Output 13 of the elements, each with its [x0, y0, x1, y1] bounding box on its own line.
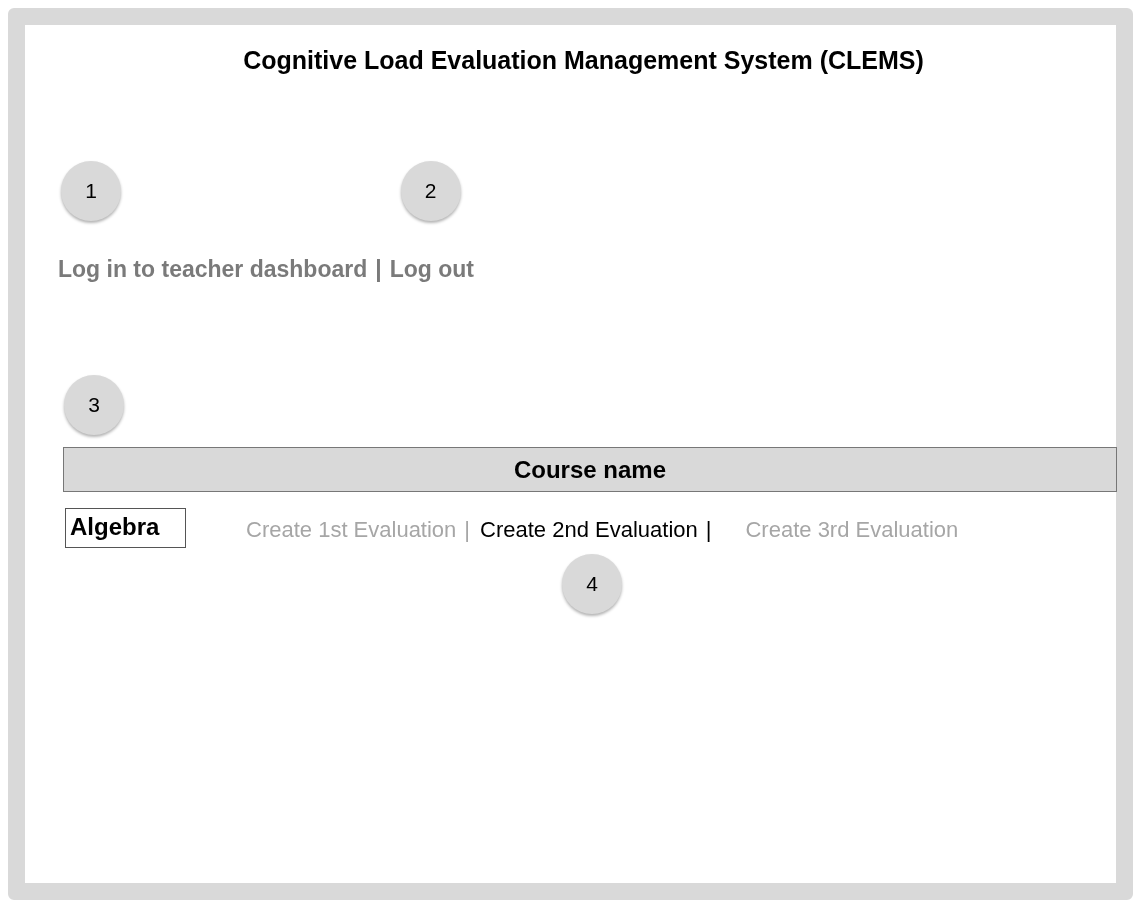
page-title: Cognitive Load Evaluation Management System (CLEMS) [242, 45, 925, 75]
separator: | [375, 255, 382, 283]
callout-marker: 4 [562, 554, 623, 614]
column-header: Course name [63, 447, 1117, 492]
callout-marker: 1 [61, 161, 121, 221]
callout-marker: 3 [64, 375, 124, 435]
callout-marker: 2 [400, 161, 461, 221]
session-link[interactable]: Log out [389, 256, 474, 282]
evaluation-link[interactable]: Create 2nd Evaluation [480, 517, 698, 542]
separator: | [464, 516, 471, 544]
separator: | [705, 516, 712, 544]
course-cell: Algebra [65, 508, 186, 548]
session-link[interactable]: Log in to teacher dashboard [58, 256, 368, 282]
